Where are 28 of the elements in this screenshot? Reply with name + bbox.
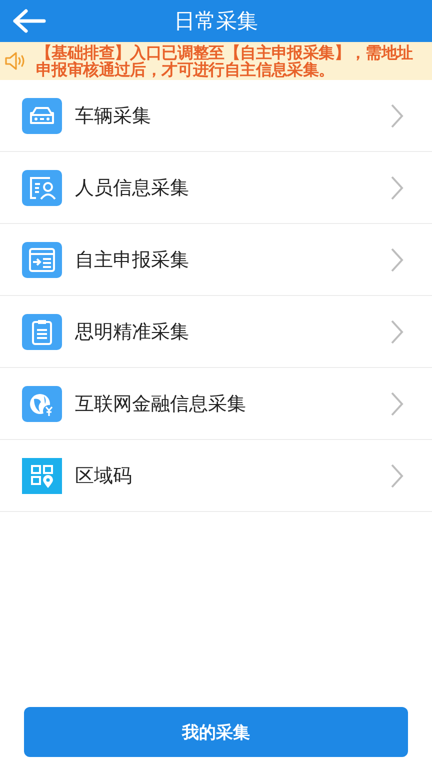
chevron-right-icon: [390, 174, 404, 200]
menu-item-label: 互联网金融信息采集: [75, 392, 247, 416]
menu-item[interactable]: 自主申报采集: [0, 224, 432, 296]
chevron-right-icon: [390, 390, 404, 416]
id-card-icon: [22, 170, 62, 206]
qr-location-icon: [22, 458, 62, 494]
menu-item[interactable]: 区域码: [0, 440, 432, 512]
screen-title: 日常采集: [174, 8, 258, 35]
menu-item-label: 区域码: [75, 464, 133, 488]
menu-item-label: 思明精准采集: [75, 320, 190, 344]
car-icon: [22, 98, 62, 134]
chevron-right-icon: [390, 246, 404, 272]
chevron-right-icon: [390, 318, 404, 344]
menu-item[interactable]: 车辆采集: [0, 80, 432, 152]
chevron-right-icon: [390, 462, 404, 488]
menu-item[interactable]: 互联网金融信息采集: [0, 368, 432, 440]
globe-yen-icon: [22, 386, 62, 422]
menu-item-label: 人员信息采集: [75, 176, 190, 200]
menu-item[interactable]: 人员信息采集: [0, 152, 432, 224]
chevron-right-icon: [390, 102, 404, 128]
menu-item-label: 车辆采集: [75, 104, 152, 128]
menu-item[interactable]: 思明精准采集: [0, 296, 432, 368]
notice-text: 【基础排查】入口已调整至【自主申报采集】，需地址申报审核通过后，才可进行自主信息采集。: [36, 44, 414, 78]
menu-item-label: 自主申报采集: [75, 248, 190, 272]
my-collections-button[interactable]: 我的采集: [24, 707, 408, 757]
form-icon: [22, 242, 62, 278]
back-arrow-icon[interactable]: [12, 9, 46, 33]
clipboard-icon: [22, 314, 62, 350]
